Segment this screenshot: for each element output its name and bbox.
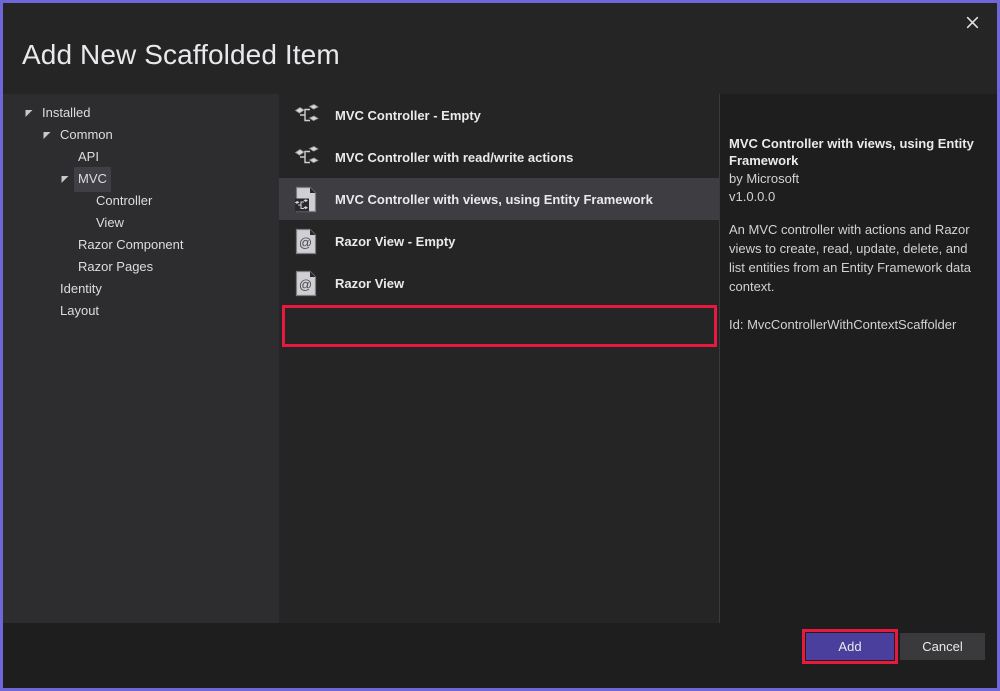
sidebar-item-mvc[interactable]: MVC [3,168,279,190]
sidebar-item-identity[interactable]: Identity [3,278,279,300]
svg-text:@: @ [298,277,311,292]
page-title: Add New Scaffolded Item [22,39,340,71]
expander-expanded-icon[interactable] [61,175,74,184]
razor-view-icon: @ [291,226,321,256]
list-item-label: MVC Controller with read/write actions [335,150,573,165]
detail-title: MVC Controller with views, using Entity … [729,135,983,169]
detail-author: by Microsoft [729,170,983,188]
sidebar-item-view[interactable]: View [3,212,279,234]
dialog-titlebar: Add New Scaffolded Item [3,3,997,94]
list-item-label: Razor View - Empty [335,234,455,249]
list-item-label: MVC Controller with views, using Entity … [335,192,653,207]
list-item[interactable]: MVC Controller with read/write actions [279,136,719,178]
mvc-controller-icon [291,142,321,172]
detail-version: v1.0.0.0 [729,188,983,206]
sidebar-item-label: Layout [56,299,103,324]
add-button[interactable]: Add [806,633,894,660]
list-item[interactable]: @ Razor View [279,262,719,304]
category-sidebar: InstalledCommonAPIMVCControllerViewRazor… [3,94,279,629]
close-button[interactable] [950,6,994,39]
detail-panel: MVC Controller with views, using Entity … [720,94,997,629]
cancel-button[interactable]: Cancel [900,633,985,660]
expander-expanded-icon[interactable] [43,131,56,140]
list-item-label: MVC Controller - Empty [335,108,481,123]
dialog-body: InstalledCommonAPIMVCControllerViewRazor… [3,94,997,688]
detail-id: Id: MvcControllerWithContextScaffolder [729,315,983,334]
sidebar-item-controller[interactable]: Controller [3,190,279,212]
detail-description: An MVC controller with actions and Razor… [729,220,983,296]
razor-view-icon: @ [291,268,321,298]
dialog-footer: Add Cancel [3,623,997,688]
list-item[interactable]: @ Razor View - Empty [279,220,719,262]
mvc-controller-icon [291,100,321,130]
close-icon [966,16,979,29]
scaffold-list-panel[interactable]: MVC Controller - Empty MVC Controller wit… [279,94,719,629]
list-item[interactable]: MVC Controller - Empty [279,94,719,136]
add-new-scaffolded-item-dialog: Add New Scaffolded Item InstalledCommonA… [0,0,1000,691]
sidebar-item-api[interactable]: API [3,146,279,168]
sidebar-item-layout[interactable]: Layout [3,300,279,322]
controller-with-views-icon [291,184,321,214]
list-item[interactable]: MVC Controller with views, using Entity … [279,178,719,220]
category-tree[interactable]: InstalledCommonAPIMVCControllerViewRazor… [3,94,279,322]
expander-expanded-icon[interactable] [25,109,38,118]
sidebar-item-installed[interactable]: Installed [3,102,279,124]
svg-text:@: @ [298,235,311,250]
sidebar-item-razor-component[interactable]: Razor Component [3,234,279,256]
sidebar-item-common[interactable]: Common [3,124,279,146]
sidebar-item-razor-pages[interactable]: Razor Pages [3,256,279,278]
list-item-label: Razor View [335,276,404,291]
